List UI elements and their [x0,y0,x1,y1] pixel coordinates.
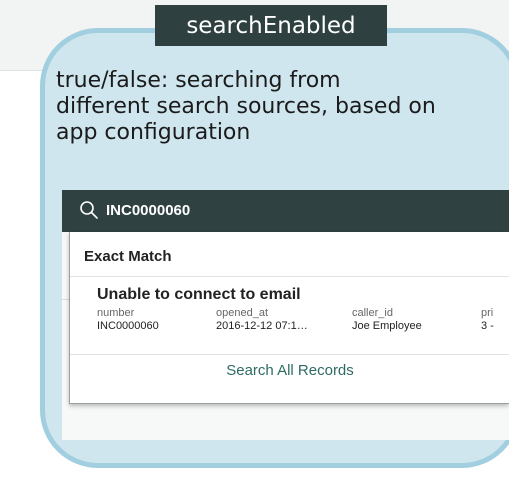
search-all-records-link[interactable]: Search All Records [70,362,509,379]
column-value: 2016-12-12 07:1… [216,320,308,332]
record-title[interactable]: Unable to connect to email [97,286,301,304]
divider [70,276,509,277]
callout-description: true/false: searching from different sea… [56,68,509,146]
column-label: caller_id [352,307,393,319]
background-divider [62,299,69,300]
column-caller-id: caller_id Joe Employee [352,307,422,333]
column-value: 3 - [481,320,494,332]
description-line: app configuration [56,120,251,145]
column-value: INC0000060 [97,320,159,332]
description-line: true/false: searching from [56,68,341,93]
column-value: Joe Employee [352,320,422,332]
column-opened-at: opened_at 2016-12-12 07:1… [216,307,308,333]
search-icon [80,201,98,219]
search-bar[interactable]: INC0000060 [62,190,509,232]
description-line: different search sources, based on [56,94,436,119]
column-priority: pri 3 - [481,307,494,333]
search-results-panel: Exact Match Unable to connect to email n… [69,232,509,404]
column-label: number [97,307,135,319]
column-label: pri [481,307,494,319]
search-screenshot: INC0000060 Exact Match Unable to connect… [62,190,509,440]
search-input[interactable]: INC0000060 [106,202,190,219]
column-label: opened_at [216,307,268,319]
section-title-exact-match: Exact Match [84,248,172,265]
divider [70,354,509,355]
column-number: number INC0000060 [97,307,159,333]
callout-title: searchEnabled [155,5,387,46]
